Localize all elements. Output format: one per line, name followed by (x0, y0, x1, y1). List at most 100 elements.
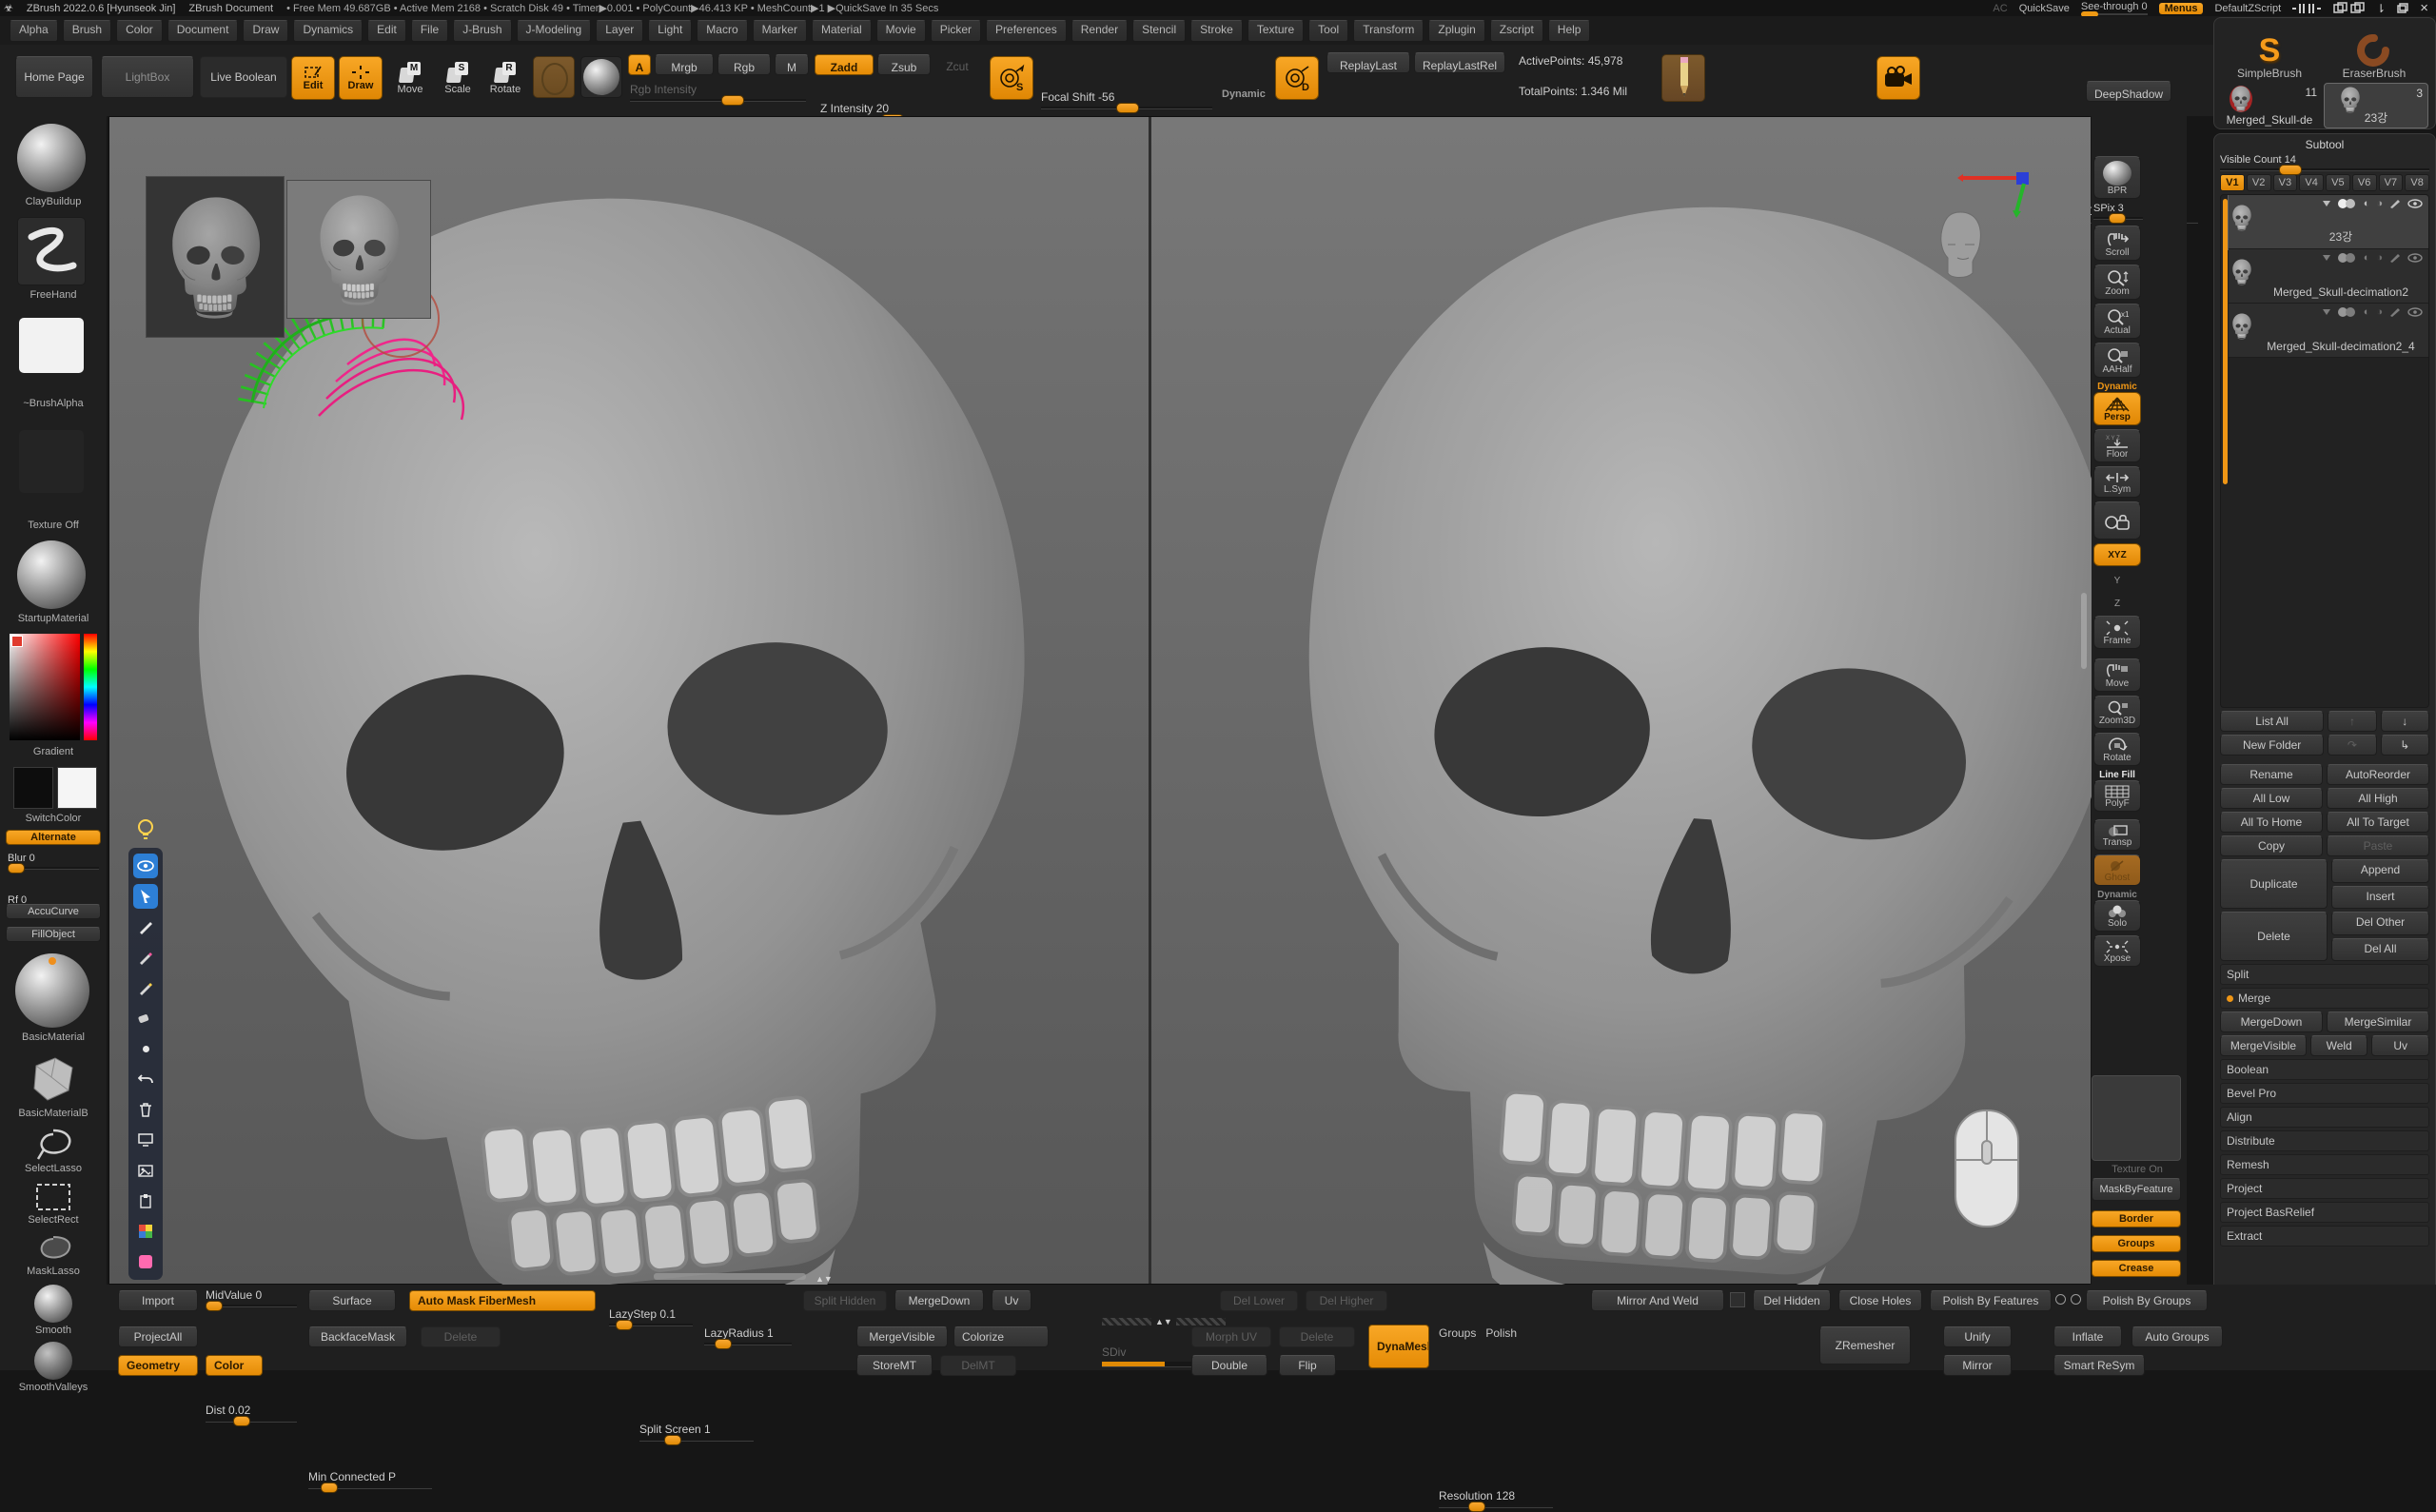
del-higher-button[interactable]: Del Higher (1306, 1290, 1387, 1311)
scale-button[interactable]: S Scale (436, 56, 480, 100)
frame-button[interactable]: Frame (2093, 616, 2141, 649)
menu-item[interactable]: Zscript (1490, 20, 1543, 42)
draw-button[interactable]: Draw (339, 56, 383, 100)
delete-dim-button[interactable]: Delete (421, 1326, 501, 1347)
live-boolean-button[interactable]: Live Boolean (200, 56, 287, 98)
pen-pink-icon[interactable] (133, 945, 158, 970)
texture-slot[interactable] (19, 430, 84, 493)
project-all-button[interactable]: ProjectAll (118, 1326, 198, 1347)
menu-item[interactable]: Draw (243, 20, 288, 42)
replay-last-button[interactable]: ReplayLast (1326, 52, 1410, 73)
polish-by-features-button[interactable]: Polish By Features (1930, 1290, 2052, 1311)
list-all-button[interactable]: List All (2220, 711, 2324, 732)
half-shade-icon[interactable]: ◐ (2364, 306, 2370, 318)
move3d-button[interactable]: Move (2093, 658, 2141, 692)
minimize-button[interactable]: ⇂ (2376, 2, 2386, 15)
close-button[interactable]: × (2420, 0, 2428, 16)
polypaint-tile[interactable] (533, 56, 575, 98)
min-connected-slider[interactable]: Min Connected P (308, 1470, 432, 1489)
menu-item[interactable]: Render (1071, 20, 1128, 42)
append-button[interactable]: Append (2331, 859, 2429, 883)
tool-merged-skull[interactable]: 11 Merged_Skull-de (2217, 83, 2322, 128)
subtool-section[interactable]: Distribute (2220, 1130, 2429, 1151)
undo-icon[interactable] (133, 1067, 158, 1091)
visibility-tab[interactable]: V6 (2352, 174, 2377, 191)
subtool-section[interactable]: Project (2220, 1178, 2429, 1199)
subtool-section[interactable]: Remesh (2220, 1154, 2429, 1175)
visibility-pair-icon[interactable] (2338, 199, 2357, 208)
del-hidden-button[interactable]: Del Hidden (1753, 1290, 1831, 1311)
polish-features-dot[interactable] (2055, 1294, 2066, 1305)
all-high-button[interactable]: All High (2327, 788, 2429, 809)
rotate-xyz-button[interactable]: XYZ (2093, 543, 2141, 566)
texture-preview[interactable] (2092, 1075, 2181, 1161)
menu-item[interactable]: Color (116, 20, 163, 42)
scroll-button[interactable]: Scroll (2093, 226, 2141, 261)
persp-button[interactable]: Persp (2093, 392, 2141, 425)
actual-button[interactable]: x1 Actual (2093, 304, 2141, 339)
canvas-v-scrollbar[interactable] (2081, 593, 2087, 669)
home-page-button[interactable]: Home Page (15, 56, 93, 98)
all-to-home-button[interactable]: All To Home (2220, 812, 2323, 833)
clipboard-icon[interactable] (133, 1188, 158, 1213)
dynamesh-button[interactable]: DynaMesh (1368, 1325, 1429, 1368)
ghost-button[interactable]: Ghost (2093, 854, 2141, 886)
eraser-brush-tile[interactable]: EraserBrush (2322, 21, 2426, 80)
double-button[interactable]: Double (1191, 1355, 1267, 1376)
half-shade2-icon[interactable]: ◑ (2376, 306, 2383, 318)
dist-slider[interactable]: Dist 0.02 (206, 1404, 297, 1423)
visibility-tab[interactable]: V2 (2247, 174, 2271, 191)
import-button[interactable]: Import (118, 1290, 198, 1311)
expand-icon[interactable] (2322, 200, 2331, 207)
lazy-step-slider[interactable]: LazyStep 0.1 (609, 1307, 693, 1326)
delete-button[interactable]: Delete (2220, 912, 2328, 961)
rgb-button[interactable]: Rgb (717, 54, 771, 75)
menu-item[interactable]: Picker (931, 20, 981, 42)
edit-button[interactable]: Edit (291, 56, 335, 100)
inflate-button[interactable]: Inflate (2053, 1326, 2122, 1347)
smooth-brush[interactable] (34, 1285, 72, 1323)
menu-item[interactable]: Preferences (986, 20, 1067, 42)
colorize-button[interactable]: Colorize (953, 1326, 1049, 1347)
solo-button[interactable]: Solo (2093, 900, 2141, 932)
m-button[interactable]: M (775, 54, 809, 75)
see-through-slider[interactable]: See-through 0 (2081, 1, 2148, 15)
dynamic-label[interactable]: Dynamic (1222, 88, 1266, 100)
eye-icon[interactable] (2407, 199, 2423, 208)
menu-item[interactable]: J-Modeling (517, 20, 592, 42)
close-holes-button[interactable]: Close Holes (1838, 1290, 1922, 1311)
lazy-radius-slider[interactable]: LazyRadius 1 (704, 1326, 792, 1345)
brush-alpha-tile[interactable] (19, 318, 84, 373)
backface-mask-button[interactable]: BackfaceMask (308, 1326, 407, 1347)
fill-object-button[interactable]: FillObject (6, 927, 101, 942)
rotate-button[interactable]: R Rotate (483, 56, 527, 100)
right-viewport[interactable] (1151, 117, 2091, 1284)
merge-similar-button[interactable]: MergeSimilar (2327, 1011, 2429, 1032)
visibility-pair-icon[interactable] (2338, 253, 2357, 263)
delete-uv-button[interactable]: Delete (1279, 1326, 1355, 1347)
eraser-icon[interactable] (133, 1006, 158, 1031)
accucurve-button[interactable]: AccuCurve (6, 904, 101, 919)
eye-icon[interactable] (2407, 253, 2423, 263)
store-mt-button[interactable]: StoreMT (856, 1355, 933, 1376)
rotate-z-button[interactable]: Z (2093, 593, 2141, 612)
visibility-pair-icon[interactable] (2338, 307, 2357, 317)
polypaint-brush-icon[interactable] (2389, 307, 2401, 317)
visibility-tab[interactable]: V7 (2379, 174, 2404, 191)
expand-icon[interactable] (2322, 254, 2331, 262)
visibility-tab[interactable]: V1 (2220, 174, 2245, 191)
texture-on-label[interactable]: Texture On (2092, 1164, 2183, 1175)
trash-icon[interactable] (133, 1097, 158, 1122)
zoom-button[interactable]: Zoom (2093, 265, 2141, 300)
border-button[interactable]: Border (2092, 1210, 2181, 1227)
transp-button[interactable]: Transp (2093, 819, 2141, 851)
mid-value-slider[interactable]: MidValue 0 (206, 1288, 297, 1307)
branch-arrow-button[interactable]: ↳ (2381, 735, 2429, 756)
menu-item[interactable]: Tool (1308, 20, 1348, 42)
replay-last-rel-button[interactable]: ReplayLastRel (1414, 52, 1505, 73)
zoom3d-button[interactable]: Zoom3D (2093, 696, 2141, 729)
polypaint-brush-icon[interactable] (2389, 253, 2401, 263)
dot-icon[interactable] (133, 1036, 158, 1061)
redo-arrow-button[interactable]: ↷ (2328, 735, 2376, 756)
all-low-button[interactable]: All Low (2220, 788, 2323, 809)
